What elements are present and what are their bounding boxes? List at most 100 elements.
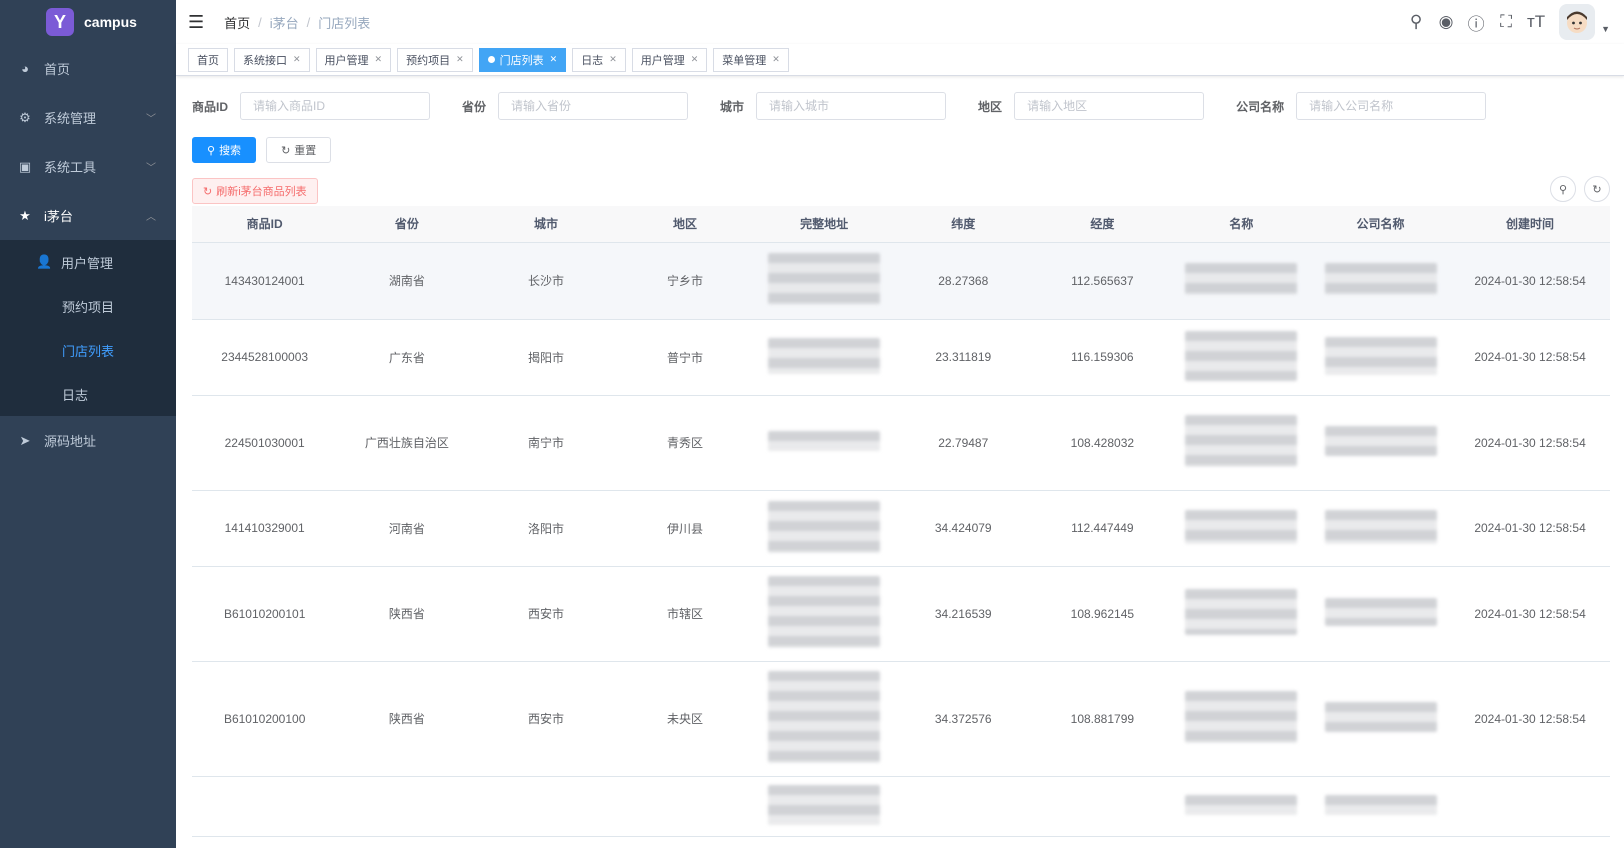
tag-menu-management[interactable]: 菜单管理 ✕ bbox=[713, 47, 789, 72]
filter-label: 地区 bbox=[978, 99, 1003, 114]
tag-system-interface[interactable]: 系统接口 ✕ bbox=[234, 47, 310, 72]
cell-address bbox=[754, 566, 894, 662]
cell-created-time bbox=[1450, 776, 1610, 837]
dashboard-icon: ◕ bbox=[21, 61, 29, 76]
product-id-input[interactable] bbox=[240, 92, 431, 120]
github-icon[interactable]: ◉ bbox=[1431, 12, 1461, 32]
column-header: 创建时间 bbox=[1450, 206, 1610, 243]
cell-name bbox=[1171, 395, 1311, 491]
tag-home[interactable]: 首页 bbox=[188, 47, 228, 72]
redacted-company bbox=[1324, 598, 1437, 626]
column-header: 商品ID bbox=[192, 206, 338, 243]
sidebar-subitem-store-list[interactable]: 门店列表 bbox=[0, 328, 176, 372]
cell-longitude: 108.881799 bbox=[1032, 661, 1172, 777]
user-icon: 👤 bbox=[36, 254, 53, 269]
tag-label: 门店列表 bbox=[499, 54, 544, 67]
table-row[interactable]: 224501030001 广西壮族自治区 南宁市 青秀区 22.79487 10… bbox=[192, 395, 1610, 491]
close-icon[interactable]: ✕ bbox=[609, 54, 617, 65]
cell-created-time: 2024-01-30 12:58:54 bbox=[1450, 242, 1610, 320]
redacted-company bbox=[1324, 336, 1437, 375]
sidebar-subitem-reservation-items[interactable]: 预约项目 bbox=[0, 284, 176, 328]
redacted-address bbox=[768, 431, 881, 451]
cell-name bbox=[1171, 661, 1311, 777]
cell-name bbox=[1171, 319, 1311, 396]
tag-store-list[interactable]: 门店列表 ✕ bbox=[478, 47, 567, 72]
table-row[interactable]: 2344528100003 广东省 揭阳市 普宁市 23.311819 116.… bbox=[192, 319, 1610, 396]
table-row[interactable]: 141410329001 河南省 洛阳市 伊川县 34.424079 112.4… bbox=[192, 490, 1610, 567]
font-size-icon[interactable]: ᴛT bbox=[1521, 12, 1551, 32]
city-input[interactable] bbox=[756, 92, 947, 120]
cell-longitude: 108.962145 bbox=[1032, 566, 1172, 662]
cell-province: 陕西省 bbox=[337, 566, 477, 662]
close-icon[interactable]: ✕ bbox=[691, 54, 699, 65]
redacted-address bbox=[768, 671, 881, 763]
sidebar-subitem-label: 用户管理 bbox=[61, 255, 114, 271]
sidebar-item-label: 源码地址 bbox=[44, 434, 97, 449]
company-name-input[interactable] bbox=[1296, 92, 1487, 120]
fullscreen-icon[interactable]: ⛶ bbox=[1491, 12, 1521, 32]
search-icon[interactable]: ⚲ bbox=[1401, 12, 1431, 32]
filter-company-name: 公司名称 bbox=[1236, 92, 1487, 120]
table-row[interactable]: B61010200101 陕西省 西安市 市辖区 34.216539 108.9… bbox=[192, 566, 1610, 662]
cell-latitude: 34.216539 bbox=[893, 566, 1033, 662]
filter-city: 城市 bbox=[720, 92, 947, 120]
star-icon: ★ bbox=[19, 207, 31, 223]
breadcrumb-item-home[interactable]: 首页 bbox=[224, 13, 250, 32]
cell-address bbox=[754, 319, 894, 396]
sidebar-submenu: 👤 用户管理 预约项目 门店列表 日志 bbox=[0, 240, 176, 416]
tag-reservation-items[interactable]: 预约项目 ✕ bbox=[397, 47, 473, 72]
reset-button[interactable]: ↻ 重置 bbox=[266, 137, 332, 163]
sidebar-subitem-log[interactable]: 日志 bbox=[0, 372, 176, 416]
sidebar-item-system-tools[interactable]: ▣ 系统工具 ﹀ bbox=[0, 142, 176, 191]
refresh-table-button[interactable]: ↻ bbox=[1584, 176, 1610, 202]
tag-label: 首页 bbox=[197, 54, 219, 67]
cell-province: 广东省 bbox=[337, 319, 477, 396]
cell-province: 河南省 bbox=[337, 490, 477, 567]
sidebar-item-system-management[interactable]: ⚙ 系统管理 ﹀ bbox=[0, 93, 176, 142]
table-row[interactable]: B61010200100 陕西省 西安市 未央区 34.372576 108.8… bbox=[192, 661, 1610, 777]
avatar[interactable] bbox=[1559, 4, 1596, 40]
cell-city: 揭阳市 bbox=[476, 319, 616, 396]
cell-name bbox=[1171, 566, 1311, 662]
tag-user-management[interactable]: 用户管理 ✕ bbox=[315, 47, 392, 72]
hamburger-icon[interactable]: ☰ bbox=[188, 12, 204, 33]
sidebar-subitem-label: 门店列表 bbox=[62, 343, 115, 359]
redacted-name bbox=[1185, 589, 1298, 635]
column-header: 完整地址 bbox=[754, 206, 894, 243]
sidebar-item-source-code[interactable]: ➤ 源码地址 bbox=[0, 416, 176, 465]
breadcrumb-separator: / bbox=[306, 14, 311, 30]
navbar: ☰ 首页 / i茅台 / 门店列表 ⚲ ◉ ⓘ ⛶ ᴛT ▼ bbox=[176, 0, 1624, 44]
tag-user-management-2[interactable]: 用户管理 ✕ bbox=[631, 47, 708, 72]
redacted-company bbox=[1324, 702, 1437, 732]
province-input[interactable] bbox=[498, 92, 689, 120]
cell-city: 长沙市 bbox=[476, 242, 616, 320]
sidebar-item-imoutai[interactable]: ★ i茅台 ︿ bbox=[0, 191, 176, 240]
search-icon: ⚲ bbox=[1558, 183, 1568, 196]
question-icon[interactable]: ⓘ bbox=[1461, 10, 1491, 35]
table-row[interactable] bbox=[192, 776, 1610, 837]
close-icon[interactable]: ✕ bbox=[456, 54, 464, 65]
search-button[interactable]: ⚲ 搜索 bbox=[192, 137, 257, 163]
toggle-search-button[interactable]: ⚲ bbox=[1550, 176, 1576, 202]
close-icon[interactable]: ✕ bbox=[375, 54, 383, 65]
table-row[interactable]: 143430124001 湖南省 长沙市 宁乡市 28.27368 112.56… bbox=[192, 242, 1610, 320]
district-input[interactable] bbox=[1014, 92, 1205, 120]
logo[interactable]: Y campus bbox=[0, 0, 176, 44]
sidebar-item-home[interactable]: ◕ 首页 bbox=[0, 44, 176, 93]
close-icon[interactable]: ✕ bbox=[772, 54, 780, 65]
cell-company bbox=[1310, 566, 1451, 662]
sidebar-subitem-user-management[interactable]: 👤 用户管理 bbox=[0, 240, 176, 284]
active-dot-icon bbox=[487, 56, 495, 63]
cell-district bbox=[615, 776, 755, 837]
redacted-address bbox=[768, 576, 881, 648]
redacted-name bbox=[1185, 509, 1298, 544]
caret-down-icon[interactable]: ▼ bbox=[1601, 24, 1610, 34]
close-icon[interactable]: ✕ bbox=[550, 54, 558, 65]
cell-latitude: 34.372576 bbox=[893, 661, 1033, 777]
refresh-product-list-button[interactable]: ↻ 刷新i茅台商品列表 bbox=[192, 178, 318, 204]
sidebar-item-label: 系统工具 bbox=[44, 160, 97, 175]
tag-log[interactable]: 日志 ✕ bbox=[572, 47, 626, 72]
toolbox-icon: ▣ bbox=[18, 158, 32, 174]
close-icon[interactable]: ✕ bbox=[293, 54, 301, 65]
redacted-company bbox=[1324, 263, 1437, 295]
